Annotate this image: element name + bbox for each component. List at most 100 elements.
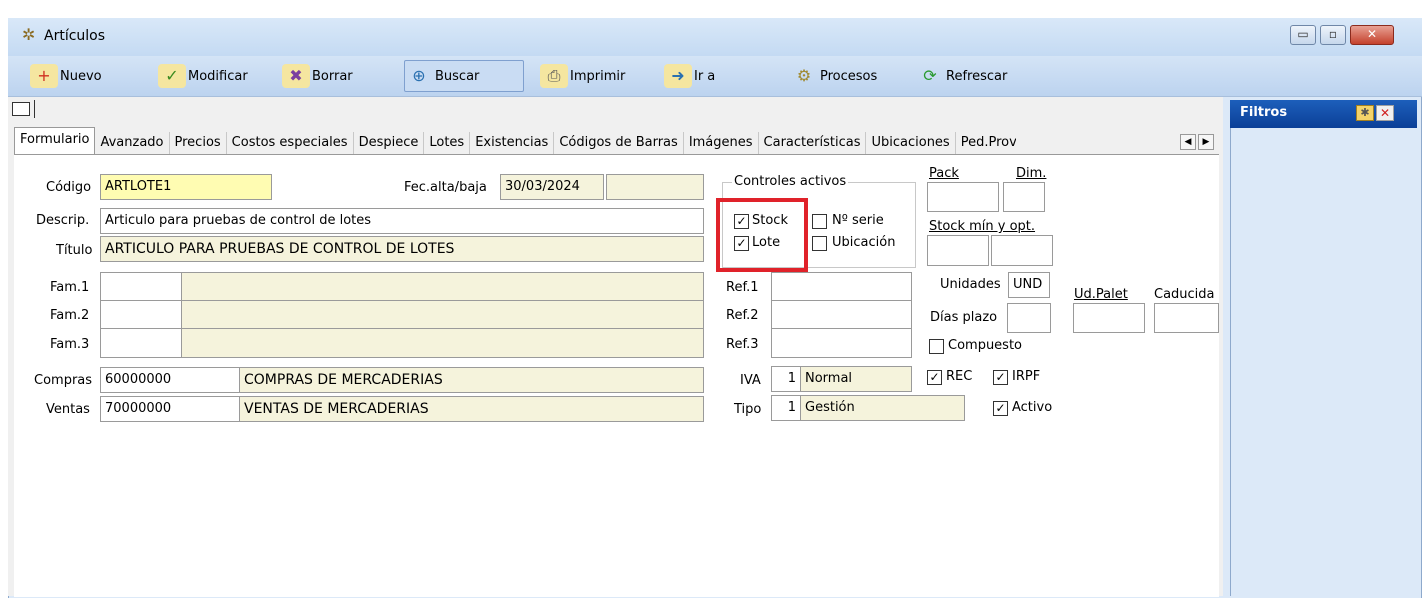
pack-field[interactable]	[927, 182, 999, 212]
caret	[34, 100, 35, 118]
lote-checkbox[interactable]: ✓	[734, 236, 749, 251]
fam1-label: Fam.1	[50, 280, 90, 295]
ud-palet-label: Ud.Palet	[1074, 287, 1128, 302]
fam3-label: Fam.3	[50, 337, 90, 352]
goto-icon: ➜	[664, 64, 692, 88]
refresh-icon: ⟳	[923, 66, 937, 85]
fam2-desc-field[interactable]	[181, 300, 704, 329]
fec-alta-baja-label: Fec.alta/baja	[404, 180, 487, 195]
caducidad-field[interactable]	[1154, 303, 1219, 333]
edit-icon: ✓	[158, 64, 186, 88]
new-icon: +	[30, 64, 58, 88]
nserie-checkbox[interactable]	[812, 214, 827, 229]
tipo-label: Tipo	[734, 402, 762, 417]
rec-checkbox[interactable]: ✓	[927, 370, 942, 385]
codigo-field[interactable]: ARTLOTE1	[100, 174, 272, 200]
tab-ped-prove[interactable]: Ped.Prove	[956, 132, 1016, 154]
delete-icon: ✖	[282, 64, 310, 88]
ref1-field[interactable]	[771, 272, 912, 301]
tab-bar: Formulario Avanzado Precios Costos espec…	[14, 127, 1016, 154]
iva-desc-field[interactable]: Normal	[800, 366, 912, 392]
tab-ubicaciones[interactable]: Ubicaciones	[866, 132, 956, 154]
stock-checkbox[interactable]: ✓	[734, 214, 749, 229]
fam2-code-field[interactable]	[100, 300, 182, 329]
titulo-label: Título	[56, 243, 93, 258]
ventas-cuenta-field[interactable]: 70000000	[100, 396, 240, 422]
close-button[interactable]: ✕	[1350, 25, 1394, 45]
tab-avanzado[interactable]: Avanzado	[95, 132, 170, 154]
tab-costos-especiales[interactable]: Costos especiales	[227, 132, 354, 154]
descrip-label: Descrip.	[36, 213, 90, 228]
compras-desc-field[interactable]: COMPRAS DE MERCADERIAS	[239, 367, 704, 393]
iva-code-field[interactable]: 1	[771, 366, 801, 392]
ref3-label: Ref.3	[726, 337, 759, 352]
tab-existencias[interactable]: Existencias	[470, 132, 555, 154]
ref2-label: Ref.2	[726, 308, 759, 323]
compras-label: Compras	[34, 373, 93, 388]
tab-scroll-right-button[interactable]: ▶	[1198, 134, 1214, 150]
compuesto-label: Compuesto	[948, 338, 1023, 353]
tab-scroll-left-button[interactable]: ◀	[1180, 134, 1196, 150]
fam1-desc-field[interactable]	[181, 272, 704, 301]
maximize-button[interactable]: ▫	[1320, 25, 1346, 45]
fam2-label: Fam.2	[50, 308, 90, 323]
search-icon: ⊕	[412, 66, 426, 85]
irpf-checkbox[interactable]: ✓	[993, 370, 1008, 385]
ref1-label: Ref.1	[726, 280, 759, 295]
unidades-field[interactable]: UND	[1008, 272, 1050, 298]
buscar-button[interactable]: ⊕ Buscar	[404, 60, 524, 92]
irpf-label: IRPF	[1012, 369, 1041, 384]
nuevo-button[interactable]: + Nuevo	[30, 60, 102, 92]
fec-baja-field[interactable]	[606, 174, 704, 200]
tipo-code-field[interactable]: 1	[771, 395, 801, 421]
ref3-field[interactable]	[771, 328, 912, 358]
compuesto-checkbox[interactable]	[929, 339, 944, 354]
fec-alta-field[interactable]: 30/03/2024	[500, 174, 604, 200]
modificar-button[interactable]: ✓ Modificar	[158, 60, 248, 92]
app-icon: ✲	[22, 25, 36, 44]
descrip-field[interactable]: Articulo para pruebas de control de lote…	[100, 208, 704, 234]
tab-precios[interactable]: Precios	[170, 132, 227, 154]
stock-opt-field[interactable]	[991, 235, 1053, 266]
rec-label: REC	[946, 369, 973, 384]
stock-min-opt-label: Stock mín y opt.	[929, 219, 1036, 234]
fam3-code-field[interactable]	[100, 328, 182, 358]
pack-label: Pack	[929, 166, 959, 181]
activo-checkbox[interactable]: ✓	[993, 401, 1008, 416]
tab-caracteristicas[interactable]: Características	[759, 132, 867, 154]
ud-palet-field[interactable]	[1073, 303, 1145, 333]
titulo-field[interactable]: ARTICULO PARA PRUEBAS DE CONTROL DE LOTE…	[100, 236, 704, 262]
dim-field[interactable]	[1003, 182, 1045, 212]
dim-label: Dim.	[1016, 166, 1047, 181]
filters-close-icon[interactable]: ✕	[1376, 105, 1394, 121]
fam1-code-field[interactable]	[100, 272, 182, 301]
stock-min-field[interactable]	[927, 235, 989, 266]
procesos-button[interactable]: ⚙ Procesos	[790, 60, 877, 92]
borrar-button[interactable]: ✖ Borrar	[282, 60, 353, 92]
imprimir-button[interactable]: ⎙ Imprimir	[540, 60, 625, 92]
tab-codigos-de-barras[interactable]: Códigos de Barras	[554, 132, 684, 154]
refrescar-button[interactable]: ⟳ Refrescar	[916, 60, 1007, 92]
ir-a-button[interactable]: ➜ Ir a	[664, 60, 715, 92]
fam3-desc-field[interactable]	[181, 328, 704, 358]
tab-formulario[interactable]: Formulario	[14, 127, 96, 154]
unidades-label: Unidades	[940, 277, 1001, 292]
filters-title: Filtros	[1240, 105, 1288, 120]
title-bar	[8, 18, 1422, 56]
grid-view-icon[interactable]	[12, 102, 30, 116]
ubicacion-checkbox[interactable]	[812, 236, 827, 251]
tipo-desc-field[interactable]: Gestión	[800, 395, 965, 421]
tab-despiece[interactable]: Despiece	[354, 132, 425, 154]
filters-pin-icon[interactable]: ✱	[1356, 105, 1374, 121]
tab-imagenes[interactable]: Imágenes	[684, 132, 759, 154]
tab-lotes[interactable]: Lotes	[424, 132, 471, 154]
minimize-button[interactable]: ▭	[1290, 25, 1316, 45]
ventas-desc-field[interactable]: VENTAS DE MERCADERIAS	[239, 396, 704, 422]
compras-cuenta-field[interactable]: 60000000	[100, 367, 240, 393]
activo-label: Activo	[1012, 400, 1053, 415]
nserie-label: Nº serie	[832, 213, 884, 228]
iva-label: IVA	[740, 373, 761, 388]
ref2-field[interactable]	[771, 300, 912, 329]
gears-icon: ⚙	[796, 66, 812, 85]
dias-plazo-field[interactable]	[1007, 303, 1051, 333]
